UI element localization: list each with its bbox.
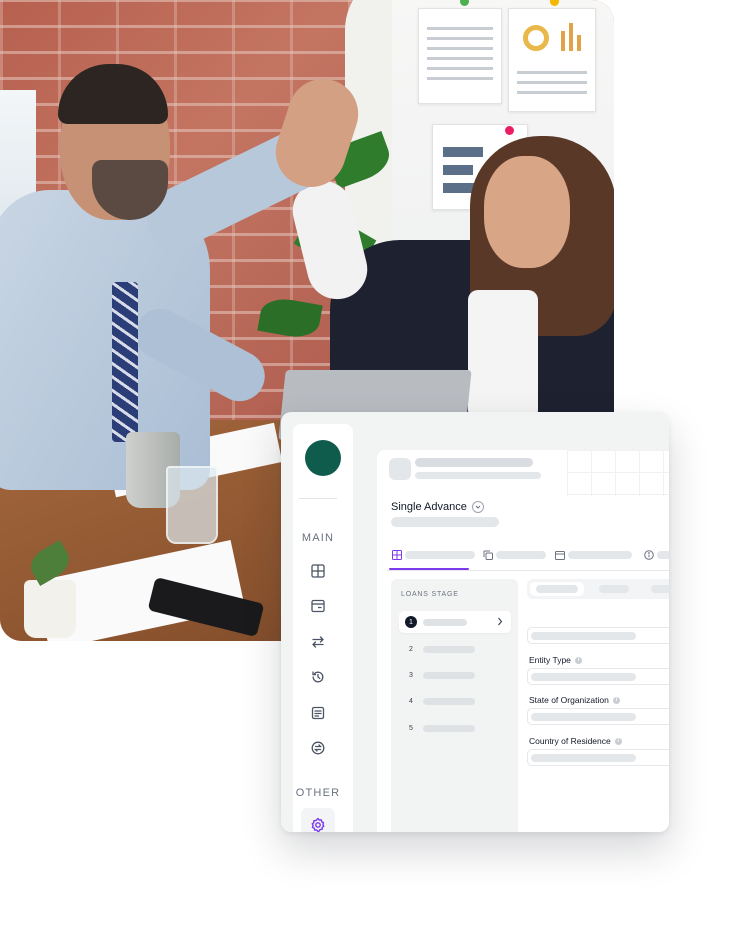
sidebar-section-main: MAIN <box>301 532 335 544</box>
stage-number: 5 <box>409 724 413 732</box>
grid-icon[interactable] <box>307 560 329 582</box>
stage-item-2[interactable]: 2 <box>399 638 511 660</box>
stage-number: 2 <box>409 645 413 653</box>
stage-item-5[interactable]: 5 <box>399 717 511 739</box>
stage-number: 4 <box>409 697 413 705</box>
header-title-placeholder <box>415 458 533 467</box>
settings-icon[interactable] <box>301 808 335 832</box>
stage-item-3[interactable]: 3 <box>399 664 511 686</box>
sidebar: MAIN OTHER <box>293 424 353 832</box>
stage-number: 3 <box>409 671 413 679</box>
info-icon <box>644 550 654 560</box>
info-icon: i <box>574 656 582 664</box>
sidebar-section-other: OTHER <box>295 787 341 799</box>
segment-option[interactable] <box>599 585 629 593</box>
state-of-organization-label: State of Organization i <box>529 695 620 705</box>
sidebar-divider <box>299 498 337 499</box>
loans-stage-panel: LOANS STAGE 1 2 3 4 5 <box>391 579 518 832</box>
page-title-row[interactable]: Single Advance <box>391 501 484 513</box>
page-title: Single Advance <box>391 501 467 513</box>
header-avatar-placeholder <box>389 458 411 480</box>
water-glass <box>166 466 218 544</box>
transfer-icon[interactable] <box>307 631 329 653</box>
tab-2[interactable] <box>496 551 546 559</box>
brand-logo[interactable] <box>305 440 341 476</box>
stage-panel-title: LOANS STAGE <box>401 591 459 598</box>
stage-label-placeholder <box>423 724 475 732</box>
segment-option[interactable] <box>651 585 669 593</box>
info-icon: i <box>614 737 622 745</box>
tab-1[interactable] <box>405 551 475 559</box>
pin <box>505 126 514 135</box>
info-icon: i <box>612 696 620 704</box>
country-of-residence-select[interactable] <box>527 749 669 766</box>
grid-decoration <box>567 450 669 496</box>
entity-type-label: Entity Type i <box>529 655 582 665</box>
stage-number: 1 <box>405 616 417 628</box>
state-of-organization-select[interactable] <box>527 708 669 725</box>
page-subtitle-placeholder <box>391 517 499 527</box>
text-field[interactable] <box>527 627 669 644</box>
history-icon[interactable] <box>307 666 329 688</box>
blouse <box>468 290 538 420</box>
country-of-residence-label: Country of Residence i <box>529 736 622 746</box>
stage-label-placeholder <box>423 618 467 626</box>
tabs-divider <box>387 570 669 571</box>
entity-type-select[interactable] <box>527 668 669 685</box>
copy-icon <box>483 550 493 560</box>
tab-3[interactable] <box>568 551 632 559</box>
grid-icon <box>392 550 402 560</box>
woman-face <box>484 156 570 268</box>
calendar-icon <box>555 551 565 560</box>
tab-active-indicator <box>389 568 469 570</box>
card-icon[interactable] <box>307 595 329 617</box>
chart-sheet <box>418 8 502 104</box>
header-subtitle-placeholder <box>415 472 541 479</box>
segmented-control <box>527 579 669 599</box>
chart-sheet <box>508 8 596 112</box>
stage-label-placeholder <box>423 645 475 653</box>
segment-active[interactable] <box>530 582 584 596</box>
stage-item-1[interactable]: 1 <box>399 611 511 633</box>
exchange-icon[interactable] <box>307 737 329 759</box>
main-panel: Single Advance LOANS STAGE 1 2 3 4 5 Ent… <box>377 450 669 832</box>
stage-label-placeholder <box>423 671 475 679</box>
app-window: MAIN OTHER Single Advance LOANS STAGE 1 … <box>281 412 669 832</box>
entity-form: Entity Type i State of Organization i Co… <box>527 579 669 832</box>
plant-pot <box>24 580 76 638</box>
stage-label-placeholder <box>423 697 475 705</box>
tab-4[interactable] <box>657 551 669 559</box>
tie <box>112 282 138 442</box>
chevron-right-icon <box>498 617 503 626</box>
chevron-down-icon[interactable] <box>471 501 484 513</box>
stage-item-4[interactable]: 4 <box>399 690 511 712</box>
document-icon[interactable] <box>307 702 329 724</box>
